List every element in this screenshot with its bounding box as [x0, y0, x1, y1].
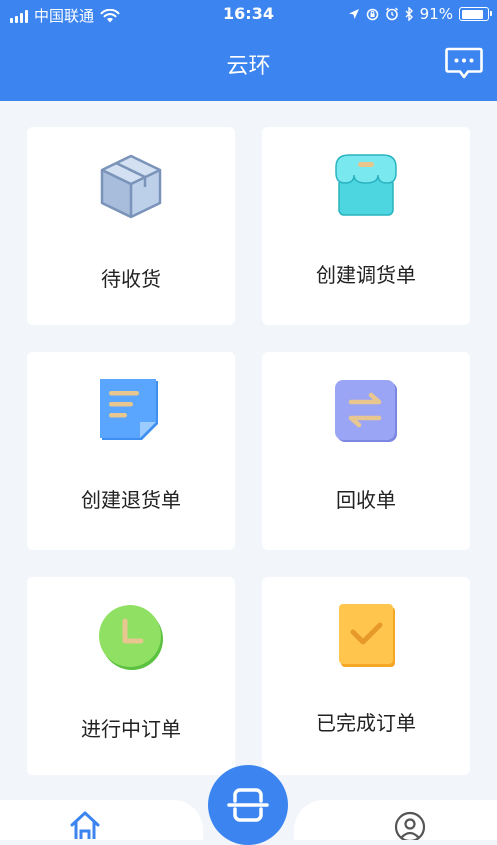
tile-label: 回收单: [336, 488, 396, 512]
checkmark-icon: [339, 604, 395, 667]
tile-recycle-order[interactable]: 回收单: [262, 352, 470, 550]
clock-icon: [99, 605, 163, 670]
scan-icon: [227, 788, 269, 822]
battery-percent: 91%: [419, 5, 453, 23]
battery-icon: [459, 7, 492, 21]
tile-orders-in-progress[interactable]: 进行中订单: [27, 577, 235, 775]
tile-orders-completed[interactable]: 已完成订单: [262, 577, 470, 775]
tile-label: 已完成订单: [316, 711, 416, 735]
app-header: 中国联通 16:34 91% 云环: [0, 0, 497, 101]
package-box-icon: [100, 154, 162, 219]
page-title: 云环: [226, 54, 271, 79]
bluetooth-icon: [405, 7, 413, 21]
status-bar: 中国联通 16:34 91%: [0, 0, 497, 30]
alarm-icon: [385, 7, 398, 21]
scan-button[interactable]: [208, 765, 288, 845]
exchange-arrows-icon: [335, 380, 397, 442]
store-icon: [335, 154, 397, 216]
tile-create-transfer[interactable]: 创建调货单: [262, 127, 470, 325]
tile-label: 待收货: [101, 267, 161, 291]
tile-label: 进行中订单: [81, 717, 181, 741]
user-icon[interactable]: [393, 810, 427, 840]
location-arrow-icon: [348, 9, 359, 19]
message-icon[interactable]: [445, 47, 483, 80]
tile-pending-receipt[interactable]: 待收货: [27, 127, 235, 325]
tile-label: 创建退货单: [81, 488, 181, 512]
tile-label: 创建调货单: [316, 263, 416, 287]
document-icon: [100, 379, 158, 440]
tile-create-return[interactable]: 创建退货单: [27, 352, 235, 550]
home-icon[interactable]: [68, 809, 102, 839]
rotation-lock-icon: [366, 8, 378, 20]
